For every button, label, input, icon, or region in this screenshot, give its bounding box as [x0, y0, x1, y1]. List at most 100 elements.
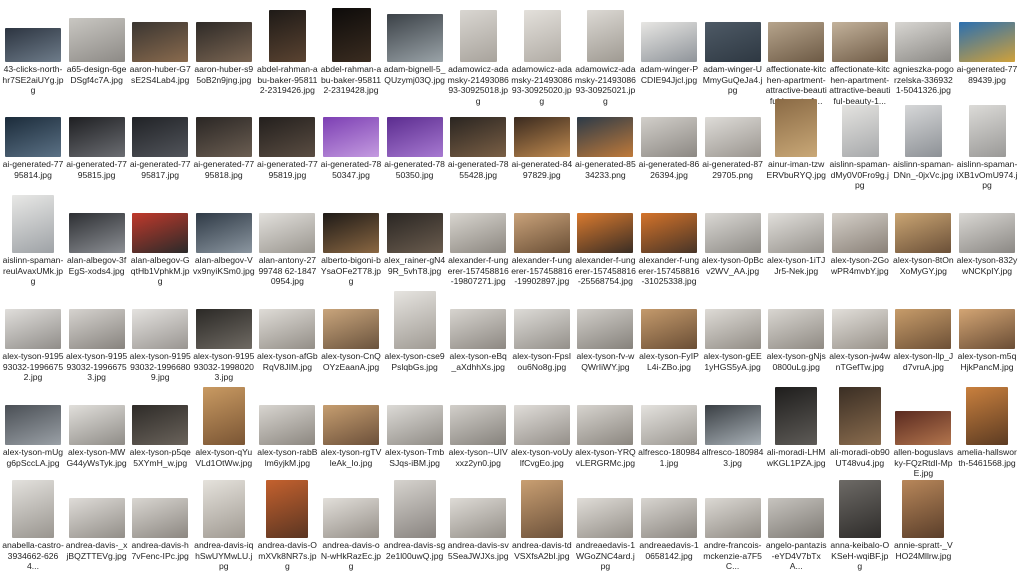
file-item[interactable]: alex-tyson-FpsIou6No8g.jpg [511, 289, 573, 381]
file-item[interactable]: alex-tyson-gEE1yHGS5yA.jpg [702, 289, 764, 381]
file-item[interactable]: aaron-huber-G7sE2S4Lab4.jpg [129, 2, 191, 94]
file-item[interactable]: alex-tyson-voUylfCvgEo.jpg [511, 385, 573, 477]
file-item[interactable]: adam-winger-UMmyGuQeJa4.jpg [702, 2, 764, 95]
file-item[interactable]: amelia-hallsworth-5461568.jpg [956, 385, 1018, 477]
file-item[interactable]: alex-tyson-jw4wnTGefTw.jpg [829, 289, 891, 381]
file-item[interactable]: alexander-f-ungerer-157458816-25568754.j… [574, 193, 636, 286]
file-item[interactable]: alex-tyson-1iTJJr5-Nek.jpg [765, 193, 827, 285]
file-name: alex-tyson-919593032-19980203.jpg [193, 351, 255, 382]
file-item[interactable]: agnieszka-pogorzelska-3369321-5041326.jp… [892, 2, 954, 95]
file-item[interactable]: andreaedavis-10658142.jpg [638, 478, 700, 570]
file-item[interactable]: aislinn-spaman-DNn_-0jxVc.jpg [892, 97, 954, 189]
file-item[interactable]: alex-tyson-FyIPL4i-ZBo.jpg [638, 289, 700, 381]
file-item[interactable]: alex-tyson-8tOnXoMyGY.jpg [892, 193, 954, 285]
file-item[interactable]: 43-clicks-north-hr7SE2aiUYg.jpg [2, 2, 64, 95]
file-item[interactable]: alex-tyson-p5qe5XYmH_w.jpg [129, 385, 191, 477]
file-item[interactable]: alex-tyson-CnQOYzEaanA.jpg [320, 289, 382, 381]
file-item[interactable]: alex-tyson-llp_Jd7vruA.jpg [892, 289, 954, 381]
file-item[interactable]: andrea-davis-OmXVk8NR7s.jpg [256, 478, 318, 571]
file-item[interactable]: alfresco-1809843.jpg [702, 385, 764, 477]
file-item[interactable]: andrea-davis-h7vFenc-IPc.jpg [129, 478, 191, 570]
file-item[interactable]: alexander-f-ungerer-157458816-19807271.j… [447, 193, 509, 286]
file-item[interactable]: adamowicz-adamsky-2149308693-30925021.jp… [574, 2, 636, 106]
file-item[interactable]: ai-generated-8534233.png [574, 97, 636, 189]
file-item[interactable]: ai-generated-8497829.jpg [511, 97, 573, 189]
file-item[interactable]: ai-generated-7855428.jpg [447, 97, 509, 189]
file-item[interactable]: ai-generated-7850347.jpg [320, 97, 382, 189]
file-item[interactable]: alex_rainer-gN49R_5vhT8.jpg [384, 193, 446, 285]
file-item[interactable]: andrea-davis-sg2e1l00uwQ.jpg [384, 478, 446, 570]
file-item[interactable]: alex-tyson-832ywNCKpIY.jpg [956, 193, 1018, 285]
file-item[interactable]: annie-spratt-_VHO24Mllrw.jpg [892, 478, 954, 570]
file-item[interactable]: alex-tyson-eBq_aXdhhXs.jpg [447, 289, 509, 381]
file-item[interactable]: andrea-davis-tdVSXfsA2bI.jpg [511, 478, 573, 570]
file-item[interactable]: ai-generated-8626394.jpg [638, 97, 700, 189]
file-item[interactable]: abdel-rahman-abu-baker-958112-2319428.jp… [320, 2, 382, 95]
file-item[interactable]: adamowicz-adamsky-2149308693-30925020.jp… [511, 2, 573, 106]
file-item[interactable]: alex-tyson-2GowPR4mvbY.jpg [829, 193, 891, 285]
file-item[interactable]: andre-francois-mckenzie-a7F5C... [702, 478, 764, 571]
file-item[interactable]: andreaedavis-1WGoZNC4ard.jpg [574, 478, 636, 571]
file-item[interactable]: alberto-bigoni-bYsaOFe2T78.jpg [320, 193, 382, 286]
file-item[interactable]: adam-bignell-5_QUzymj03Q.jpg [384, 2, 446, 94]
file-item[interactable]: alex-tyson-afGbRqV8JIM.jpg [256, 289, 318, 381]
file-name: alberto-bigoni-bYsaOFe2T78.jpg [320, 255, 382, 286]
file-item[interactable]: affectionate-kitchen-apartment-attractiv… [829, 2, 891, 106]
file-item[interactable]: anabella-castro-3934662-6264... [2, 478, 64, 571]
file-item[interactable]: alex-tyson-0pBcv2WV_AA.jpg [702, 193, 764, 285]
file-item[interactable]: alex-tyson-TmbSJqs-iBM.jpg [384, 385, 446, 477]
file-item[interactable]: ai-generated-7795818.jpg [193, 97, 255, 189]
file-item[interactable]: alex-tyson-cse9PslqbGs.jpg [384, 289, 446, 381]
file-item[interactable]: alex-tyson-qYuVLd1OtWw.jpg [193, 385, 255, 477]
file-item[interactable]: alan-albegov-Vvx9nyiKSm0.jpg [193, 193, 255, 285]
file-item[interactable]: alex-tyson-919593032-19966753.jpg [66, 289, 128, 382]
file-thumbnail [841, 105, 879, 157]
file-item[interactable]: alan-albegov-3fEgS-xods4.jpg [66, 193, 128, 285]
file-item[interactable]: adam-winger-PCDIE94Jjcl.jpg [638, 2, 700, 94]
file-item[interactable]: alfresco-1809841.jpg [638, 385, 700, 477]
file-item[interactable]: alex-tyson--UIVxxz2yn0.jpg [447, 385, 509, 477]
file-thumbnail [902, 480, 945, 538]
file-item[interactable]: abdel-rahman-abu-baker-958112-2319426.jp… [256, 2, 318, 95]
file-item[interactable]: a65-design-6geDSgf4c7A.jpg [66, 2, 128, 94]
file-item[interactable]: alexander-f-ungerer-157458816-31025338.j… [638, 193, 700, 286]
file-item[interactable]: alan-albegov-GqtHb1VphkM.jpg [129, 193, 191, 286]
file-item[interactable]: alex-tyson-m5qHjkPancM.jpg [956, 289, 1018, 381]
file-item[interactable]: aislinn-spaman-iXB1vOmU974.jpg [956, 97, 1018, 190]
file-item[interactable]: ai-generated-7850350.jpg [384, 97, 446, 189]
file-item[interactable]: andrea-davis-sv5SeaJWJXs.jpg [447, 478, 509, 570]
file-item[interactable]: aislinn-spaman-reulAvaxUMk.jpg [2, 193, 64, 286]
file-item[interactable]: ai-generated-7795815.jpg [66, 97, 128, 189]
file-item[interactable]: allen-boguslavsky-FQzRtdI-MpE.jpg [892, 385, 954, 478]
file-item[interactable]: andrea-davis-oN-wHkRazEc.jpg [320, 478, 382, 571]
file-item[interactable]: alex-tyson-mUgg6pSccLA.jpg [2, 385, 64, 477]
file-item[interactable]: alex-tyson-919593032-19966809.jpg [129, 289, 191, 382]
file-item[interactable]: anna-keibalo-OKSeH-wqiBF.jpg [829, 478, 891, 571]
file-item[interactable]: ali-moradi-ob90UT48vu4.jpg [829, 385, 891, 477]
file-item[interactable]: ai-generated-8729705.png [702, 97, 764, 189]
file-item[interactable]: ai-generated-7789439.jpg [956, 2, 1018, 94]
file-item[interactable]: aislinn-spaman-dMy0V0Fro9g.jpg [829, 97, 891, 190]
file-item[interactable]: affectionate-kitchen-apartment-attractiv… [765, 2, 827, 106]
file-item[interactable]: ai-generated-7795814.jpg [2, 97, 64, 189]
file-item[interactable]: alex-tyson-rgTVleAk_Io.jpg [320, 385, 382, 477]
file-item[interactable]: aaron-huber-s95oB2n9jng.jpg [193, 2, 255, 94]
file-item[interactable]: alex-tyson-919593032-19980203.jpg [193, 289, 255, 382]
file-item[interactable]: ai-generated-7795817.jpg [129, 97, 191, 189]
file-item[interactable]: alexander-f-ungerer-157458816-19902897.j… [511, 193, 573, 286]
file-item[interactable]: alex-tyson-YRQvLERGRMc.jpg [574, 385, 636, 477]
file-thumbnail [132, 117, 189, 157]
file-item[interactable]: andrea-davis-iqhSwUYMwLU.jpg [193, 478, 255, 571]
file-item[interactable]: adamowicz-adamsky-2149308693-30925018.jp… [447, 2, 509, 106]
file-item[interactable]: alex-tyson-919593032-19966752.jpg [2, 289, 64, 382]
file-item[interactable]: alex-tyson-gNjs0800uLg.jpg [765, 289, 827, 381]
file-item[interactable]: angelo-pantazis-eYD4V7bTxA... [765, 478, 827, 571]
file-item[interactable]: alex-tyson-fv-wQWrIiWY.jpg [574, 289, 636, 381]
file-item[interactable]: alex-tyson-MWG44yWsTyk.jpg [66, 385, 128, 477]
file-item[interactable]: ai-generated-7795819.jpg [256, 97, 318, 189]
file-item[interactable]: alan-antony-2799748 62-18470954.jpg [256, 193, 318, 286]
file-item[interactable]: andrea-davis-_xjBQZTTEVg.jpg [66, 478, 128, 570]
file-item[interactable]: ainur-iman-tzwERVbuRYQ.jpg [765, 97, 827, 189]
file-item[interactable]: ali-moradi-LHMwKGL1PZA.jpg [765, 385, 827, 477]
file-item[interactable]: alex-tyson-rabBlm6yjkM.jpg [256, 385, 318, 477]
